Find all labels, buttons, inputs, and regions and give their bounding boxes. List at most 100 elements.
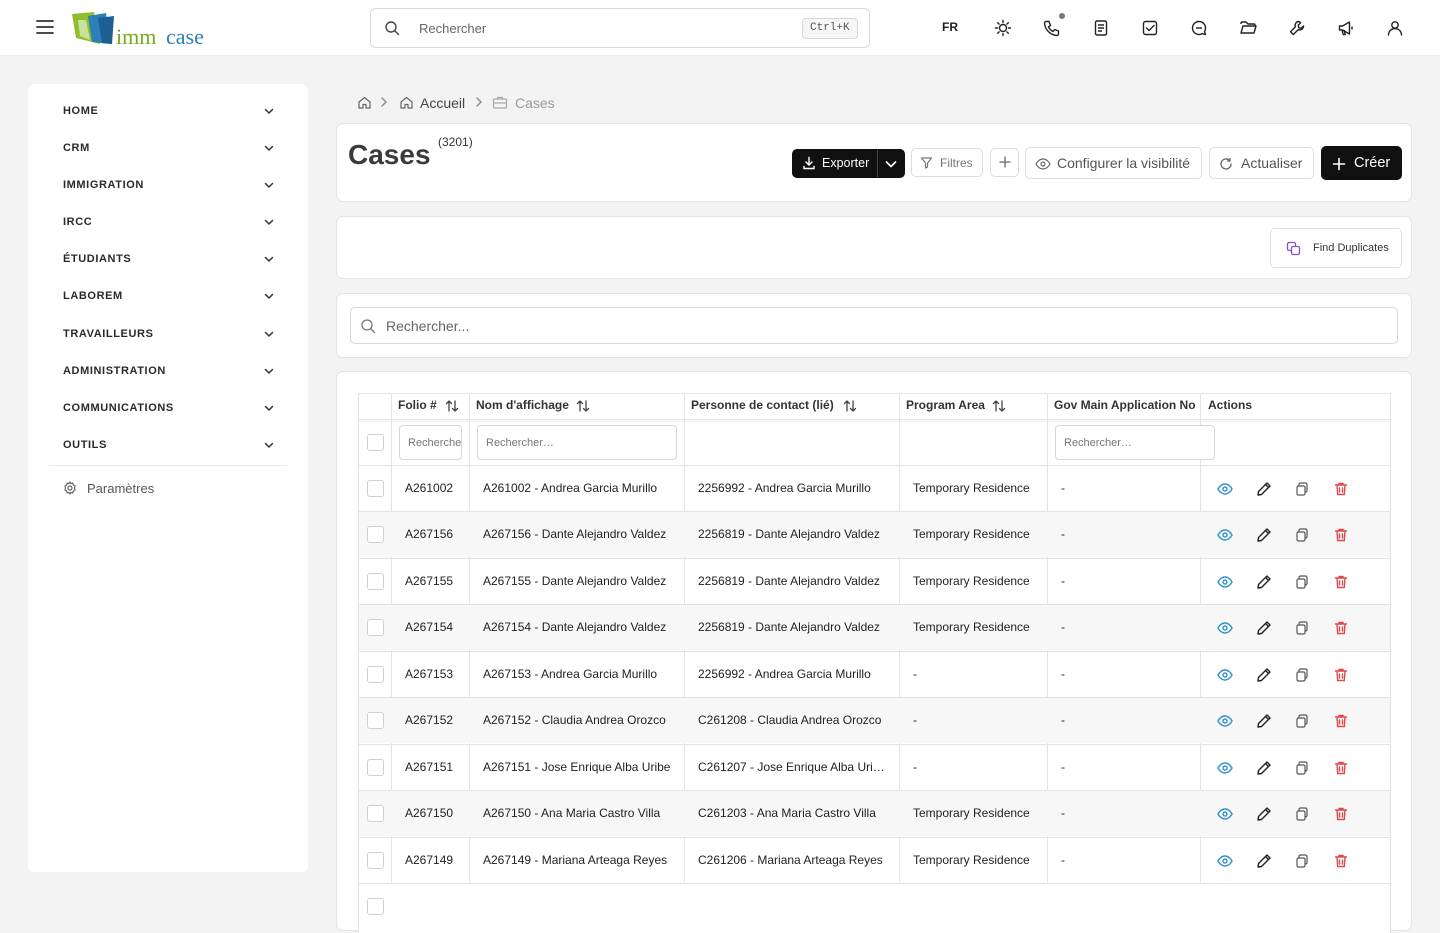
- row-checkbox[interactable]: [367, 712, 384, 729]
- duplicate-icon[interactable]: [1292, 851, 1312, 871]
- sun-icon[interactable]: [992, 17, 1014, 39]
- sort-icon[interactable]: [843, 399, 857, 413]
- edit-icon[interactable]: [1254, 525, 1274, 545]
- sidebar-item-travailleurs[interactable]: TRAVAILLEURS: [63, 315, 275, 352]
- cell-display-name[interactable]: A267149 - Mariana Arteaga Reyes: [483, 853, 671, 867]
- configure-visibility-button[interactable]: Configurer la visibilité: [1025, 147, 1202, 179]
- delete-icon[interactable]: [1331, 711, 1351, 731]
- folio-filter-input[interactable]: [399, 425, 462, 460]
- duplicate-icon[interactable]: [1292, 711, 1312, 731]
- row-checkbox[interactable]: [367, 898, 384, 915]
- view-icon[interactable]: [1215, 618, 1235, 638]
- cell-contact[interactable]: 2256819 - Dante Alejandro Valdez: [698, 620, 886, 634]
- sort-icon[interactable]: [445, 399, 459, 413]
- table-row[interactable]: A267156 A267156 - Dante Alejandro Valdez 2…: [359, 512, 1390, 557]
- edit-icon[interactable]: [1254, 479, 1274, 499]
- delete-icon[interactable]: [1331, 804, 1351, 824]
- row-checkbox[interactable]: [367, 619, 384, 636]
- row-checkbox[interactable]: [367, 852, 384, 869]
- cell-folio[interactable]: A267153: [405, 667, 465, 681]
- edit-icon[interactable]: [1254, 711, 1274, 731]
- cell-folio[interactable]: A261002: [405, 481, 465, 495]
- phone-icon[interactable]: [1041, 13, 1065, 39]
- row-checkbox[interactable]: [367, 805, 384, 822]
- edit-icon[interactable]: [1254, 804, 1274, 824]
- cell-display-name[interactable]: A267154 - Dante Alejandro Valdez: [483, 620, 671, 634]
- cell-display-name[interactable]: A267152 - Claudia Andrea Orozco: [483, 713, 671, 727]
- notes-icon[interactable]: [1090, 17, 1112, 39]
- edit-icon[interactable]: [1254, 572, 1274, 592]
- delete-icon[interactable]: [1331, 572, 1351, 592]
- wrench-icon[interactable]: [1286, 17, 1308, 39]
- sort-icon[interactable]: [576, 399, 590, 413]
- edit-icon[interactable]: [1254, 665, 1274, 685]
- sidebar-item-laborem[interactable]: LABOREM: [63, 277, 275, 314]
- duplicate-icon[interactable]: [1292, 572, 1312, 592]
- select-all-checkbox[interactable]: [367, 434, 384, 451]
- export-button[interactable]: Exporter: [792, 149, 905, 178]
- cell-contact[interactable]: C261206 - Mariana Arteaga Reyes: [698, 853, 886, 867]
- row-checkbox[interactable]: [367, 480, 384, 497]
- global-search-input[interactable]: [419, 9, 799, 47]
- table-row[interactable]: A267152 A267152 - Claudia Andrea Orozco C2…: [359, 698, 1390, 743]
- delete-icon[interactable]: [1331, 851, 1351, 871]
- cell-display-name[interactable]: A261002 - Andrea Garcia Murillo: [483, 481, 671, 495]
- folder-icon[interactable]: [1237, 17, 1259, 39]
- cell-folio[interactable]: A267156: [405, 527, 465, 541]
- cell-display-name[interactable]: A267153 - Andrea Garcia Murillo: [483, 667, 671, 681]
- view-icon[interactable]: [1215, 851, 1235, 871]
- view-icon[interactable]: [1215, 525, 1235, 545]
- cell-contact[interactable]: C261203 - Ana Maria Castro Villa: [698, 806, 886, 820]
- cell-folio[interactable]: A267154: [405, 620, 465, 634]
- edit-icon[interactable]: [1254, 758, 1274, 778]
- row-checkbox[interactable]: [367, 666, 384, 683]
- duplicate-icon[interactable]: [1292, 758, 1312, 778]
- sidebar-item-crm[interactable]: CRM: [63, 129, 275, 166]
- cell-contact[interactable]: 2256992 - Andrea Garcia Murillo: [698, 667, 886, 681]
- duplicate-icon[interactable]: [1292, 804, 1312, 824]
- view-icon[interactable]: [1215, 572, 1235, 592]
- table-row[interactable]: A267153 A267153 - Andrea Garcia Murillo 22…: [359, 652, 1390, 697]
- table-row[interactable]: A267154 A267154 - Dante Alejandro Valdez 2…: [359, 605, 1390, 650]
- table-row[interactable]: A267149 A267149 - Mariana Arteaga Reyes C2…: [359, 838, 1390, 883]
- cell-folio[interactable]: A267152: [405, 713, 465, 727]
- edit-icon[interactable]: [1254, 851, 1274, 871]
- row-checkbox[interactable]: [367, 573, 384, 590]
- view-icon[interactable]: [1215, 665, 1235, 685]
- breadcrumb-home-link[interactable]: Accueil: [420, 95, 465, 111]
- cell-folio[interactable]: A267150: [405, 806, 465, 820]
- chevron-down-icon[interactable]: [884, 157, 898, 171]
- chat-icon[interactable]: [1188, 17, 1210, 39]
- cell-display-name[interactable]: A267151 - Jose Enrique Alba Uribe: [483, 760, 671, 774]
- cell-display-name[interactable]: A267156 - Dante Alejandro Valdez: [483, 527, 671, 541]
- language-switcher[interactable]: FR: [942, 20, 958, 34]
- cell-folio[interactable]: A267149: [405, 853, 465, 867]
- cell-contact[interactable]: 2256819 - Dante Alejandro Valdez: [698, 527, 886, 541]
- duplicate-icon[interactable]: [1292, 525, 1312, 545]
- delete-icon[interactable]: [1331, 525, 1351, 545]
- cell-contact[interactable]: C261207 - Jose Enrique Alba Uribe: [698, 760, 886, 774]
- display-name-filter-input[interactable]: [477, 425, 677, 460]
- find-duplicates-button[interactable]: Find Duplicates: [1270, 228, 1402, 268]
- duplicate-icon[interactable]: [1292, 665, 1312, 685]
- table-row[interactable]: [359, 884, 1390, 933]
- cell-folio[interactable]: A267155: [405, 574, 465, 588]
- delete-icon[interactable]: [1331, 479, 1351, 499]
- table-search-input[interactable]: [386, 308, 1286, 343]
- cell-folio[interactable]: A267151: [405, 760, 465, 774]
- sort-icon[interactable]: [992, 399, 1006, 413]
- column-header-folio[interactable]: Folio #: [398, 398, 459, 412]
- menu-icon[interactable]: [34, 16, 56, 38]
- checkbox-icon[interactable]: [1139, 17, 1161, 39]
- delete-icon[interactable]: [1331, 665, 1351, 685]
- table-row[interactable]: A267150 A267150 - Ana Maria Castro Villa C…: [359, 791, 1390, 836]
- row-checkbox[interactable]: [367, 759, 384, 776]
- user-icon[interactable]: [1384, 17, 1406, 39]
- megaphone-icon[interactable]: [1335, 17, 1357, 39]
- sidebar-item-communications[interactable]: COMMUNICATIONS: [63, 389, 275, 426]
- table-row[interactable]: A267151 A267151 - Jose Enrique Alba Uribe…: [359, 745, 1390, 790]
- column-header-gov-application[interactable]: Gov Main Application No: [1054, 398, 1199, 412]
- cell-contact[interactable]: 2256992 - Andrea Garcia Murillo: [698, 481, 886, 495]
- delete-icon[interactable]: [1331, 618, 1351, 638]
- column-header-program-area[interactable]: Program Area: [906, 398, 1006, 412]
